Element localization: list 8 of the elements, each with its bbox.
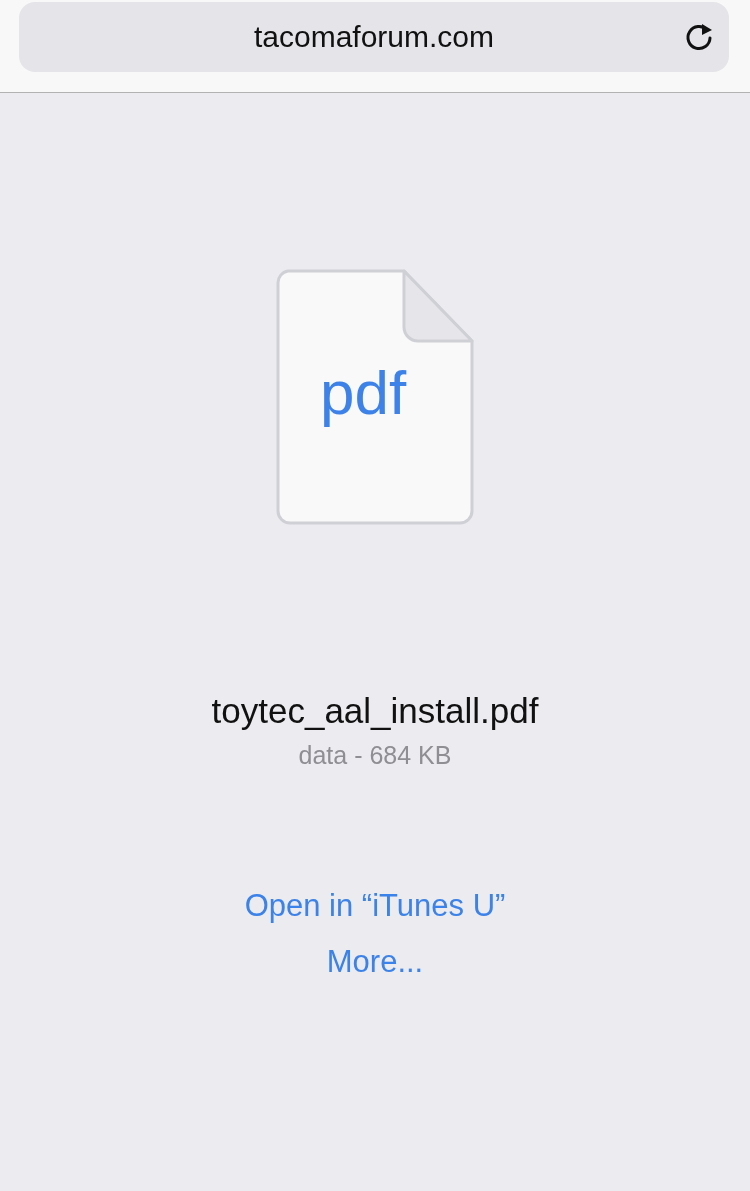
url-text: tacomaforum.com xyxy=(253,20,495,54)
file-name: toytec_aal_install.pdf xyxy=(211,691,539,731)
address-bar[interactable]: tacomaforum.com xyxy=(19,2,729,72)
document-icon xyxy=(276,269,474,525)
file-details: data - 684 KB xyxy=(298,741,452,770)
action-link[interactable]: Open in “iTunes U” xyxy=(244,888,506,924)
action-link[interactable]: More... xyxy=(326,944,424,980)
file-type-label: pdf xyxy=(320,357,407,428)
